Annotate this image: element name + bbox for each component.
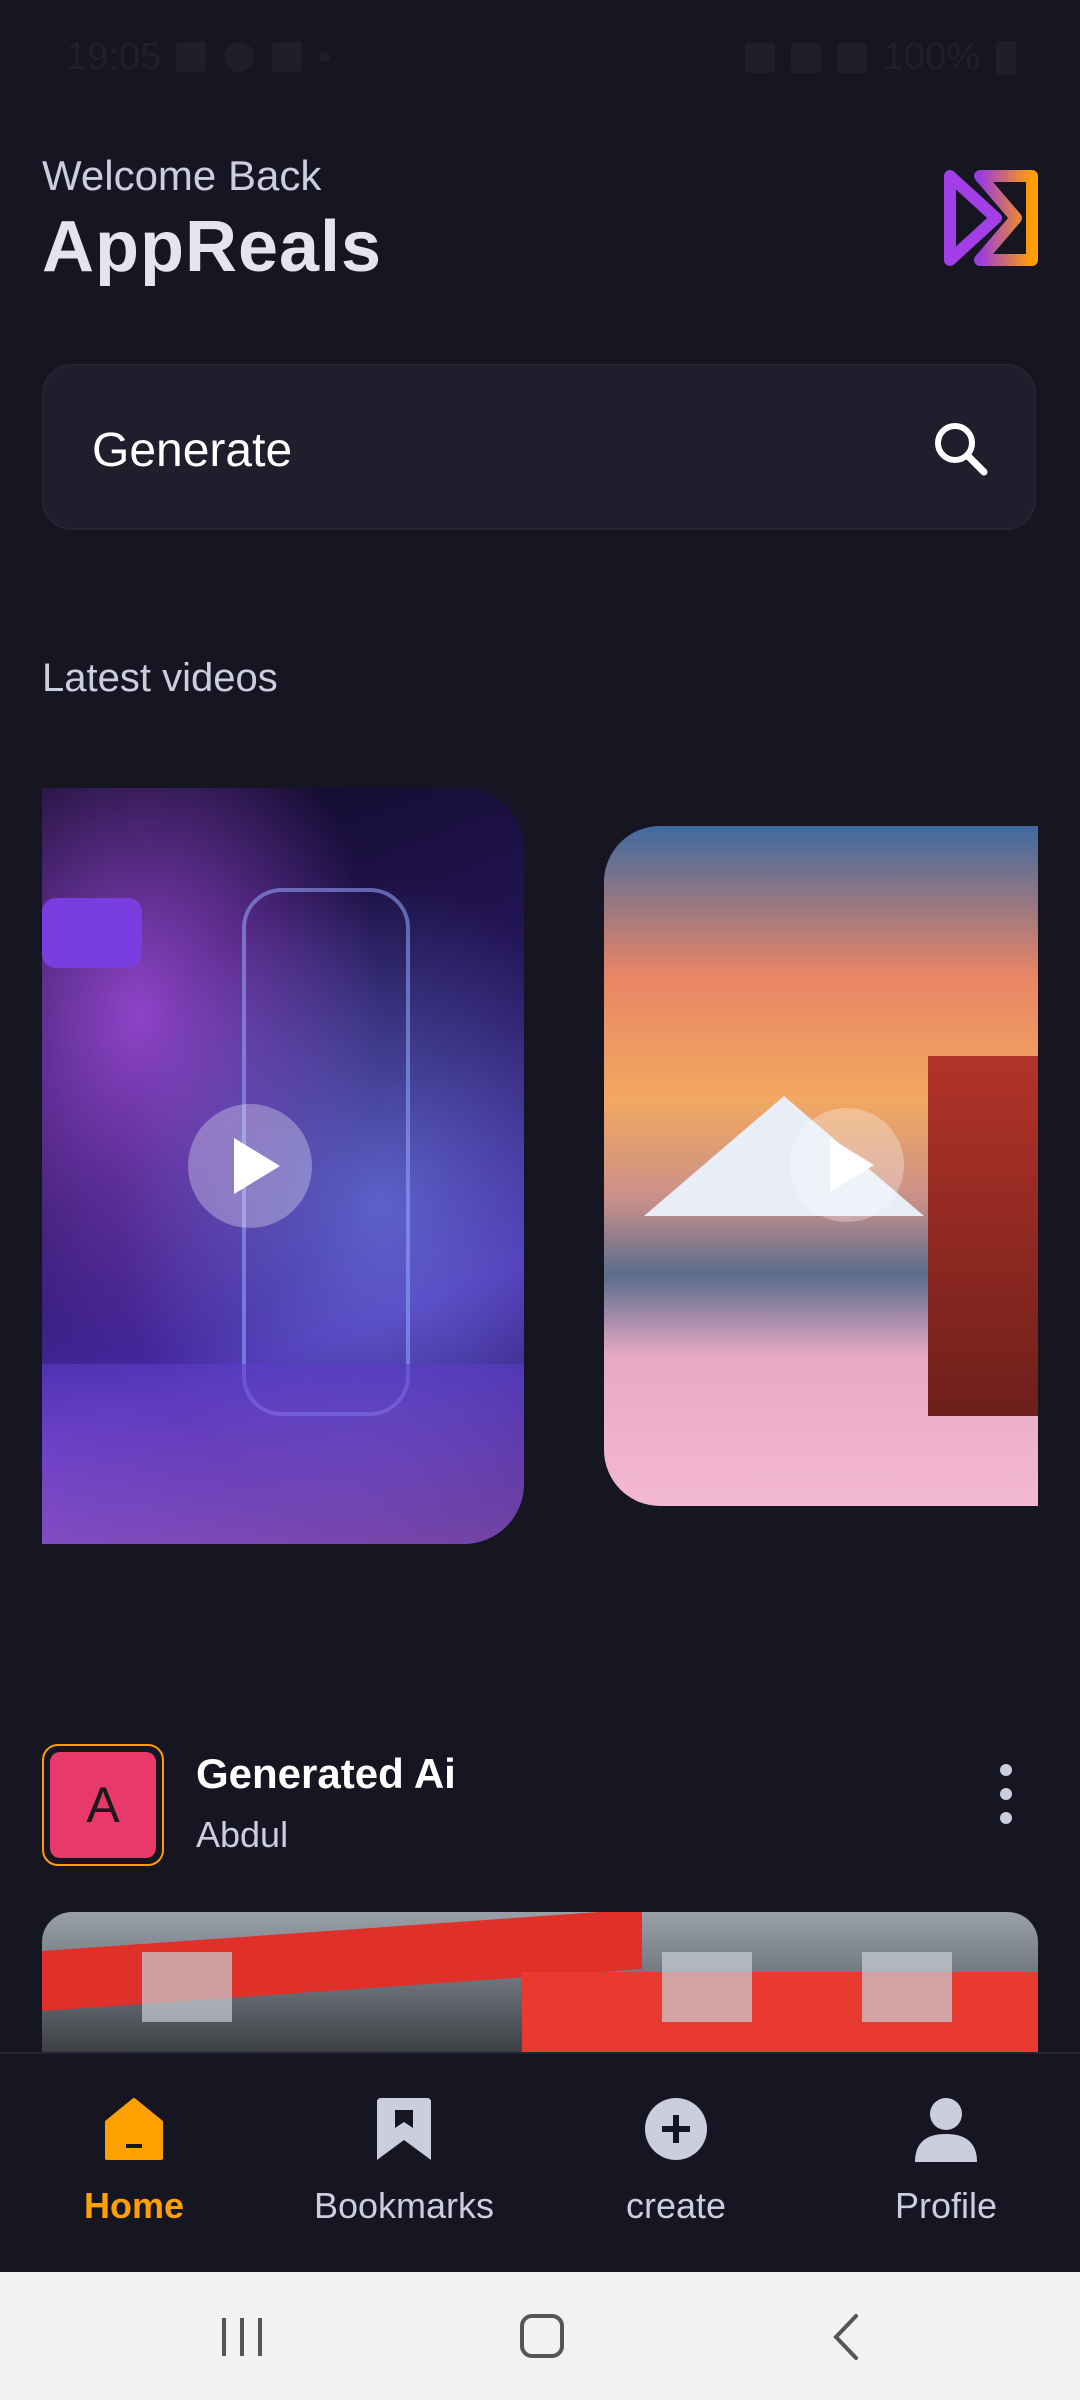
- tab-create[interactable]: create: [556, 2094, 796, 2227]
- tab-home[interactable]: Home: [14, 2094, 254, 2227]
- tab-label: Home: [83, 2185, 185, 2226]
- search-icon[interactable]: [930, 418, 990, 478]
- recent-apps-icon[interactable]: [212, 2312, 272, 2362]
- section-title: Latest videos: [42, 656, 278, 700]
- more-dot-icon: [320, 52, 330, 62]
- bottom-tab-bar: Home Bookmarks create Profile: [0, 2052, 1080, 2274]
- app-logo-icon: [944, 170, 1038, 266]
- back-icon[interactable]: [818, 2312, 878, 2362]
- play-icon[interactable]: [188, 1104, 312, 1228]
- tab-label: Profile: [894, 2185, 998, 2226]
- status-bar: 19:05 100%: [0, 0, 1080, 120]
- bus-body-graphic: [522, 1972, 1038, 2052]
- search-bar: [42, 364, 1036, 530]
- tab-label: Bookmarks: [313, 2185, 495, 2226]
- battery-percent: 100%: [882, 36, 980, 78]
- system-nav-bar: [0, 2272, 1080, 2400]
- floor-graphic: [42, 1364, 524, 1544]
- signal-icon: [836, 42, 867, 73]
- home-button-icon[interactable]: [512, 2312, 572, 2362]
- tab-profile[interactable]: Profile: [826, 2094, 1066, 2227]
- system-icons: 100%: [744, 36, 1016, 79]
- mute-icon: [744, 42, 775, 73]
- avatar[interactable]: A: [42, 1744, 164, 1866]
- post-title: Generated Ai: [196, 1750, 456, 1797]
- search-input[interactable]: [90, 414, 914, 486]
- notification-icons: [176, 42, 330, 72]
- window-graphic: [662, 1952, 752, 2022]
- bookmark-icon: [377, 2098, 431, 2160]
- post-author: Abdul: [196, 1814, 289, 1855]
- plus-circle-icon: [645, 2098, 707, 2160]
- more-vert-icon[interactable]: [1000, 1764, 1014, 1824]
- post-thumbnail[interactable]: [42, 1912, 1038, 2052]
- checkbox-icon: [272, 42, 302, 72]
- gallery-icon: [176, 42, 206, 72]
- wifi-icon: [790, 42, 821, 73]
- tab-bookmarks[interactable]: Bookmarks: [284, 2094, 524, 2227]
- window-graphic: [142, 1952, 232, 2022]
- window-graphic: [862, 1952, 952, 2022]
- home-icon: [105, 2098, 163, 2160]
- sync-icon: [224, 42, 254, 72]
- pagoda-graphic: [928, 1056, 1038, 1416]
- profile-icon: [915, 2098, 977, 2162]
- app-title: AppReals: [42, 207, 383, 287]
- avatar-letter: A: [50, 1752, 156, 1858]
- battery-icon: [996, 40, 1016, 75]
- tab-label: create: [625, 2185, 727, 2226]
- play-icon[interactable]: [790, 1108, 904, 1222]
- welcome-text: Welcome Back: [42, 152, 322, 199]
- status-time: 19:05: [66, 36, 162, 78]
- vr-headset-graphic: [42, 898, 142, 968]
